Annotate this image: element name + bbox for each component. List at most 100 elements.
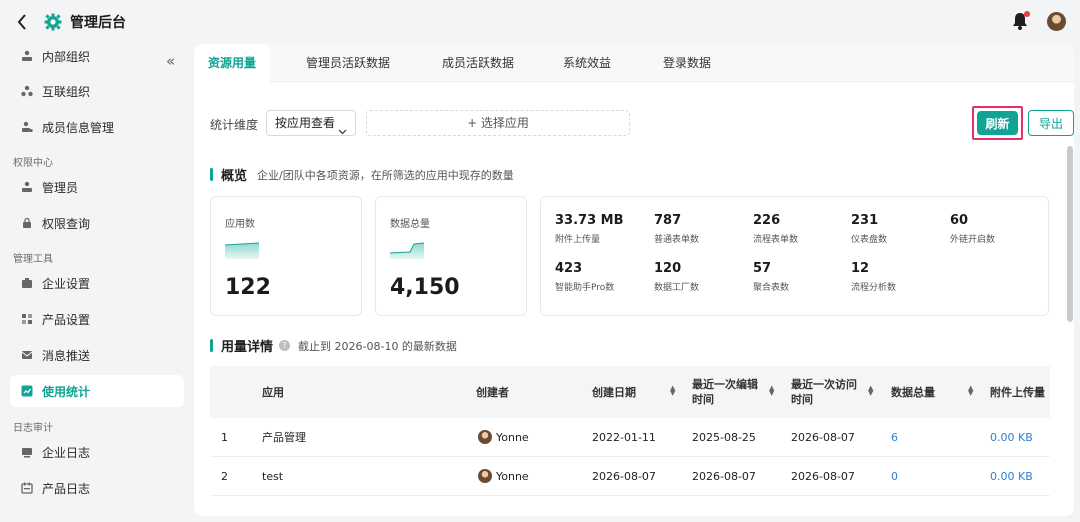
- refresh-button[interactable]: 刷新: [977, 111, 1018, 135]
- vertical-scrollbar[interactable]: [1067, 146, 1073, 322]
- row-data-total[interactable]: 6: [891, 418, 898, 457]
- dimension-select[interactable]: 按应用查看: [266, 110, 356, 136]
- sidebar-item-label: 内部组织: [42, 49, 91, 64]
- row-data-total[interactable]: 0: [891, 457, 898, 496]
- filter-row: 统计维度 按应用查看 + 选择应用 刷新 导出: [210, 106, 1074, 140]
- card-value: 122: [225, 275, 271, 300]
- section-accent-bar: [210, 168, 213, 181]
- chart-icon: [20, 384, 34, 398]
- stat-flow-analysis: 12 流程分析数: [851, 261, 897, 293]
- row-visited: 2026-08-07: [791, 470, 855, 483]
- tab-login-data[interactable]: 登录数据: [654, 44, 720, 82]
- col-last-visited[interactable]: 最近一次访问时间: [791, 366, 859, 418]
- sidebar-item-label: 使用统计: [42, 384, 91, 399]
- help-icon[interactable]: ?: [279, 340, 291, 351]
- sidebar-item-product-log[interactable]: 产品日志: [10, 472, 184, 504]
- filter-label: 统计维度: [210, 118, 259, 132]
- row-attachment[interactable]: 0.00 KB: [990, 457, 1033, 496]
- app-count-card: 应用数 122: [210, 196, 362, 316]
- overview-title: 概览: [221, 169, 248, 184]
- row-edited: 2025-08-25: [692, 431, 756, 444]
- app-title: 管理后台: [70, 15, 126, 31]
- data-total-card: 数据总量 4,150: [375, 196, 527, 316]
- sidebar-item-label: 成员信息管理: [42, 120, 115, 135]
- col-created[interactable]: 创建日期: [592, 366, 636, 418]
- sparkline-icon: [225, 242, 259, 259]
- sidebar-item-internal-org[interactable]: 内部组织: [10, 40, 184, 72]
- tab-system-benefit[interactable]: 系统效益: [554, 44, 620, 82]
- row-app[interactable]: 产品管理: [262, 418, 306, 457]
- row-created: 2026-08-07: [592, 470, 656, 483]
- stat-attachment: 33.73 MB 附件上传量: [555, 213, 624, 245]
- row-creator: Yonne: [478, 418, 529, 457]
- usage-title: 用量详情: [221, 340, 274, 355]
- table-row[interactable]: 2 test Yonne 2026-08-07 2026-08-07 2026-…: [210, 457, 1050, 496]
- overview-header: 概览 企业/团队中各项资源，在所筛选的应用中现存的数量: [210, 165, 514, 184]
- stat-assistant-pro: 423 智能助手Pro数: [555, 261, 615, 293]
- sidebar-item-company-settings[interactable]: 企业设置: [10, 267, 184, 299]
- row-edited: 2026-08-07: [692, 470, 756, 483]
- nav-group-permission: 权限中心: [13, 158, 53, 169]
- row-app[interactable]: test: [262, 457, 283, 496]
- tab-resource-usage[interactable]: 资源用量: [194, 44, 270, 82]
- sidebar-item-product-settings[interactable]: 产品设置: [10, 303, 184, 335]
- stat-normal-forms: 787 普通表单数: [654, 213, 700, 245]
- sidebar-item-company-log[interactable]: 企业日志: [10, 436, 184, 468]
- tab-bar: 资源用量 管理员活跃数据 成员活跃数据 系统效益 登录数据: [194, 44, 1074, 82]
- row-attachment[interactable]: 0.00 KB: [990, 418, 1033, 457]
- log-icon: [20, 445, 34, 459]
- col-last-edited[interactable]: 最近一次编辑时间: [692, 366, 758, 418]
- user-avatar[interactable]: [1047, 12, 1066, 31]
- sidebar-item-usage-stats[interactable]: 使用统计: [10, 375, 184, 407]
- tab-admin-activity[interactable]: 管理员活跃数据: [300, 44, 396, 82]
- nav-group-audit: 日志审计: [13, 423, 53, 434]
- sidebar-item-label: 产品设置: [42, 312, 91, 327]
- sparkline-icon: [390, 242, 424, 259]
- sort-icon[interactable]: ▲ ▼: [868, 385, 873, 397]
- row-index: 2: [221, 470, 228, 483]
- col-data-total[interactable]: 数据总量: [891, 366, 935, 418]
- usage-header: 用量详情 ? 截止到 2026-08-10 的最新数据: [210, 336, 457, 355]
- sidebar-item-label: 企业设置: [42, 276, 91, 291]
- export-button[interactable]: 导出: [1028, 110, 1074, 136]
- sidebar-item-label: 产品日志: [42, 481, 91, 496]
- sidebar-item-label: 管理员: [42, 180, 79, 195]
- row-visited: 2026-08-07: [791, 431, 855, 444]
- company-icon: [20, 276, 34, 290]
- sidebar-item-connected-org[interactable]: 互联组织: [10, 75, 184, 107]
- tab-member-activity[interactable]: 成员活跃数据: [430, 44, 526, 82]
- back-arrow-icon[interactable]: [14, 14, 30, 30]
- sidebar-item-label: 互联组织: [42, 84, 91, 99]
- chevron-down-icon: [338, 119, 347, 143]
- sidebar-item-message-push[interactable]: 消息推送: [10, 339, 184, 371]
- col-app: 应用: [262, 385, 284, 399]
- grid-icon: [20, 312, 34, 326]
- select-app-button[interactable]: + 选择应用: [366, 110, 630, 136]
- sidebar: « 内部组织 互联组织 成员信息管理 权限中心 管理员 权限查询 管理工具 企业…: [0, 44, 194, 522]
- stat-dashboards: 231 仪表盘数: [851, 213, 888, 245]
- resource-stats-card: 33.73 MB 附件上传量 787 普通表单数 226 流程表单数 231 仪表盘数 …: [540, 196, 1049, 316]
- main-panel: 资源用量 管理员活跃数据 成员活跃数据 系统效益 登录数据 统计维度 按应用查看…: [194, 44, 1074, 516]
- stat-aggregate-tables: 57 聚合表数: [753, 261, 790, 293]
- org-icon: [20, 49, 34, 63]
- section-accent-bar: [210, 339, 213, 352]
- card-label: 数据总量: [390, 219, 430, 230]
- sort-icon[interactable]: ▲ ▼: [769, 385, 774, 397]
- avatar: [478, 430, 492, 444]
- dimension-select-value: 按应用查看: [275, 116, 336, 130]
- gear-logo-icon: [44, 13, 62, 31]
- sidebar-item-label: 消息推送: [42, 348, 91, 363]
- member-icon: [20, 120, 34, 134]
- sidebar-item-label: 权限查询: [42, 216, 91, 231]
- col-attachment[interactable]: 附件上传量: [990, 366, 1045, 418]
- sidebar-item-permission-query[interactable]: 权限查询: [10, 207, 184, 239]
- sort-icon[interactable]: ▲ ▼: [670, 385, 675, 397]
- sidebar-item-member-info[interactable]: 成员信息管理: [10, 111, 184, 143]
- sidebar-item-label: 企业日志: [42, 445, 91, 460]
- sort-icon[interactable]: ▲ ▼: [968, 385, 973, 397]
- sidebar-item-admin[interactable]: 管理员: [10, 171, 184, 203]
- usage-table: 应用 创建者 创建日期 ▲ ▼ 最近一次编辑时间 ▲ ▼ 最近一次访问时间 ▲ ▼ 数…: [210, 366, 1050, 496]
- table-row[interactable]: 1 产品管理 Yonne 2022-01-11 2025-08-25 2026-…: [210, 418, 1050, 457]
- bell-icon[interactable]: [1012, 11, 1030, 30]
- stat-data-factory: 120 数据工厂数: [654, 261, 700, 293]
